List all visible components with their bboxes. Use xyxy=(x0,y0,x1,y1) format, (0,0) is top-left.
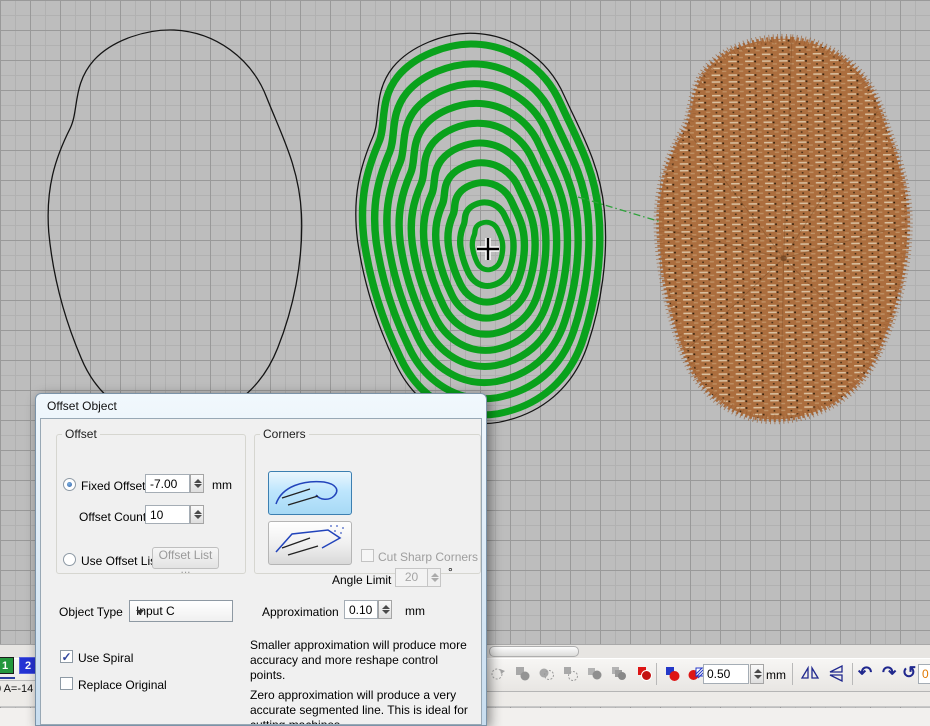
angle-limit-unit: ° xyxy=(448,565,453,579)
palette-color-1-chip[interactable]: 1 xyxy=(0,657,14,674)
offset-list-button[interactable]: Offset List ... xyxy=(152,547,219,569)
use-spiral-checkbox[interactable]: ✓ xyxy=(60,650,73,663)
intersect-blue-red-icon[interactable] xyxy=(664,665,681,682)
round-corners-icon xyxy=(270,472,350,512)
offset-count-spinner[interactable] xyxy=(190,505,204,524)
corners-group-label: Corners xyxy=(260,427,309,441)
dialog-body: Offset Fixed Offset mm Offset Count Use … xyxy=(40,418,482,725)
status-coordinates-text: 0 A=-14 xyxy=(0,683,33,695)
use-offset-list-radio[interactable] xyxy=(63,553,76,566)
sharp-corners-button[interactable] xyxy=(268,521,352,565)
toolbar-separator xyxy=(852,663,853,685)
stitch-length-unit: mm xyxy=(766,668,786,682)
fixed-offset-unit: mm xyxy=(212,478,232,492)
shape-op-disabled-2-icon[interactable] xyxy=(514,665,531,682)
cut-sharp-corners-checkbox[interactable] xyxy=(361,549,374,562)
use-offset-list-label: Use Offset List xyxy=(81,554,159,568)
offset-spiral-object[interactable] xyxy=(346,27,615,430)
toolbar-separator xyxy=(656,663,657,685)
cut-sharp-corners-label: Cut Sharp Corners xyxy=(378,550,478,564)
shape-op-disabled-6-icon[interactable] xyxy=(610,665,627,682)
offset-count-label: Offset Count xyxy=(79,510,146,524)
chevron-down-icon xyxy=(136,610,144,615)
mirror-horizontal-icon[interactable] xyxy=(800,665,820,682)
object-type-label: Object Type xyxy=(59,605,123,619)
offset-count-input[interactable] xyxy=(145,505,190,524)
approximation-unit: mm xyxy=(405,604,425,618)
angle-value-input[interactable] xyxy=(918,664,930,684)
approximation-label: Approximation xyxy=(262,605,339,619)
crosshair-cursor xyxy=(477,238,499,260)
palette-selected-underline xyxy=(0,677,15,679)
outline-object[interactable] xyxy=(48,30,302,423)
stitch-length-spinner[interactable] xyxy=(750,664,764,684)
fixed-offset-input[interactable] xyxy=(145,474,190,493)
stitch-object[interactable] xyxy=(649,33,918,426)
dialog-title[interactable]: Offset Object xyxy=(36,394,486,418)
weld-red-icon[interactable] xyxy=(636,665,653,682)
angle-limit-label: Angle Limit xyxy=(332,573,391,587)
round-corners-button[interactable] xyxy=(268,471,352,515)
sharp-corners-icon xyxy=(270,522,350,562)
shape-op-disabled-4-icon[interactable] xyxy=(562,665,579,682)
scrollbar-thumb[interactable] xyxy=(489,646,579,657)
angle-limit-spinner[interactable] xyxy=(427,568,441,587)
offset-group: Offset Fixed Offset mm Offset Count Use … xyxy=(56,427,246,574)
fixed-offset-label: Fixed Offset xyxy=(81,479,145,493)
shape-op-disabled-5-icon[interactable] xyxy=(586,665,603,682)
mirror-vertical-icon[interactable] xyxy=(826,665,846,682)
angle-limit-input[interactable]: 20 xyxy=(395,568,428,587)
approximation-note-2: Zero approximation will produce a very a… xyxy=(250,688,474,725)
approximation-note-1: Smaller approximation will produce more … xyxy=(250,638,474,683)
corners-group: Corners Cut Sharp Corners Angle Limit 20… xyxy=(254,427,481,574)
approximation-input[interactable] xyxy=(344,600,378,619)
rotate-reset-icon[interactable]: ↺ xyxy=(902,662,916,684)
object-type-dropdown[interactable]: Input C xyxy=(129,600,233,622)
replace-original-label: Replace Original xyxy=(78,678,167,692)
approximation-spinner[interactable] xyxy=(378,600,392,619)
toolbar-separator xyxy=(792,663,793,685)
shape-op-disabled-1-icon[interactable] xyxy=(490,665,507,682)
rotate-right-icon[interactable]: ↷ xyxy=(882,662,896,684)
fixed-offset-spinner[interactable] xyxy=(190,474,204,493)
stitch-length-input[interactable] xyxy=(703,664,749,684)
use-spiral-label: Use Spiral xyxy=(78,651,133,665)
shape-op-disabled-3-icon[interactable] xyxy=(538,665,555,682)
replace-original-checkbox[interactable] xyxy=(60,677,73,690)
fixed-offset-radio[interactable] xyxy=(63,478,76,491)
offset-group-label: Offset xyxy=(62,427,100,441)
offset-object-dialog: Offset Object Offset Fixed Offset mm Off… xyxy=(35,393,487,726)
rotate-left-icon[interactable]: ↶ xyxy=(858,662,872,684)
